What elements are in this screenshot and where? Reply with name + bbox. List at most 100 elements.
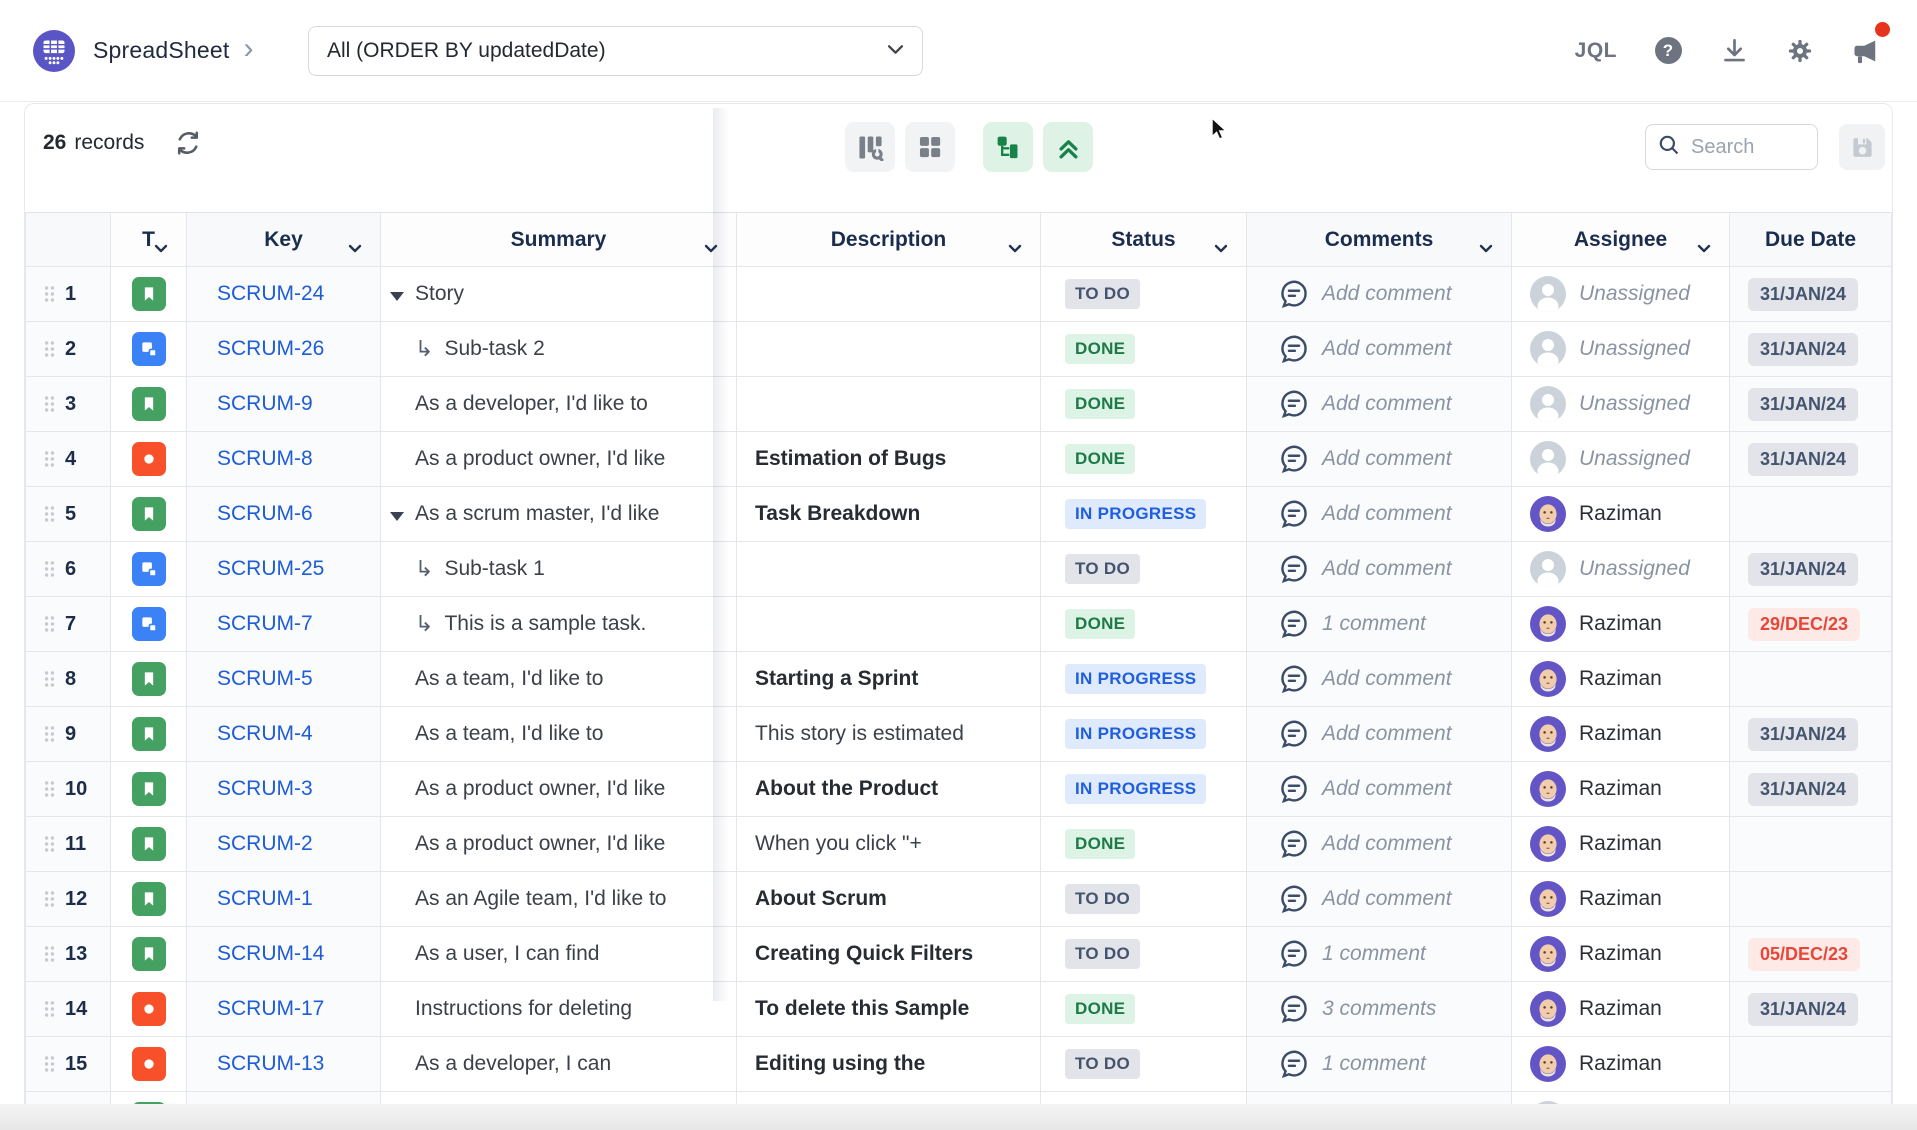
issue-key-cell[interactable]: SCRUM-26: [187, 322, 381, 377]
description-cell[interactable]: About the Product: [737, 762, 1041, 817]
status-cell[interactable]: IN PROGRESS: [1041, 652, 1247, 707]
summary-cell[interactable]: As a developer, I can: [381, 1037, 737, 1092]
drag-handle[interactable]: [44, 1055, 55, 1073]
issue-key-cell[interactable]: SCRUM-5: [187, 652, 381, 707]
saved-filter-dropdown[interactable]: All (ORDER BY updatedDate): [308, 26, 923, 76]
issue-key-cell[interactable]: SCRUM-3: [187, 762, 381, 817]
issue-key-link[interactable]: SCRUM-7: [217, 612, 313, 636]
issue-type-cell[interactable]: [111, 267, 187, 322]
status-cell[interactable]: DONE: [1041, 432, 1247, 487]
summary-cell[interactable]: Story: [381, 267, 737, 322]
status-badge[interactable]: TO DO: [1065, 939, 1140, 969]
bug-icon[interactable]: [132, 442, 166, 476]
drag-handle[interactable]: [44, 780, 55, 798]
summary-cell[interactable]: Instructions for deleting: [381, 982, 737, 1037]
due-date-badge[interactable]: 31/JAN/24: [1748, 388, 1858, 421]
row-header-cell[interactable]: 7: [25, 597, 111, 652]
comments-cell[interactable]: 1 comment: [1247, 927, 1512, 982]
status-cell[interactable]: DONE: [1041, 597, 1247, 652]
story-icon[interactable]: [132, 937, 166, 971]
assignee-cell[interactable]: Raziman: [1512, 487, 1730, 542]
download-icon[interactable]: [1719, 36, 1749, 66]
due-date-cell[interactable]: 31/JAN/24: [1730, 322, 1892, 377]
issue-key-link[interactable]: SCRUM-25: [217, 557, 324, 581]
description-cell[interactable]: About Scrum: [737, 872, 1041, 927]
status-cell[interactable]: DONE: [1041, 817, 1247, 872]
issue-key-link[interactable]: SCRUM-14: [217, 942, 324, 966]
due-date-cell[interactable]: [1730, 487, 1892, 542]
comments-cell[interactable]: Add comment: [1247, 322, 1512, 377]
description-cell[interactable]: Creating Quick Filters: [737, 927, 1041, 982]
column-header-key[interactable]: Key: [187, 212, 381, 267]
story-icon[interactable]: [132, 717, 166, 751]
due-date-badge[interactable]: 31/JAN/24: [1748, 553, 1858, 586]
summary-cell[interactable]: ↳This is a sample task.: [381, 597, 737, 652]
refresh-icon[interactable]: [174, 128, 204, 158]
issue-key-link[interactable]: SCRUM-2: [217, 832, 313, 856]
issue-type-cell[interactable]: [111, 597, 187, 652]
comments-cell[interactable]: Add comment: [1247, 377, 1512, 432]
comments-cell[interactable]: 1 comment: [1247, 1037, 1512, 1092]
subtask-icon[interactable]: [132, 607, 166, 641]
drag-handle[interactable]: [44, 560, 55, 578]
summary-cell[interactable]: As a product owner, I'd like: [381, 432, 737, 487]
row-header-cell[interactable]: 15: [25, 1037, 111, 1092]
description-cell[interactable]: Editing using the: [737, 1037, 1041, 1092]
status-badge[interactable]: DONE: [1065, 334, 1135, 364]
status-badge[interactable]: IN PROGRESS: [1065, 719, 1206, 749]
assignee-cell[interactable]: Raziman: [1512, 872, 1730, 927]
due-date-cell[interactable]: [1730, 817, 1892, 872]
status-badge[interactable]: DONE: [1065, 994, 1135, 1024]
status-badge[interactable]: DONE: [1065, 389, 1135, 419]
issue-key-link[interactable]: SCRUM-13: [217, 1052, 324, 1076]
due-date-badge[interactable]: 31/JAN/24: [1748, 773, 1858, 806]
summary-cell[interactable]: [381, 1092, 737, 1104]
description-cell[interactable]: [737, 542, 1041, 597]
assignee-cell[interactable]: Unassigned: [1512, 432, 1730, 487]
issue-key-cell[interactable]: [187, 1092, 381, 1104]
status-badge[interactable]: TO DO: [1065, 1049, 1140, 1079]
status-badge[interactable]: TO DO: [1065, 554, 1140, 584]
comments-cell[interactable]: Add comment: [1247, 707, 1512, 762]
comments-cell[interactable]: 1 comment: [1247, 597, 1512, 652]
row-header-cell[interactable]: 9: [25, 707, 111, 762]
issue-key-cell[interactable]: SCRUM-17: [187, 982, 381, 1037]
assignee-cell[interactable]: Raziman: [1512, 652, 1730, 707]
story-icon[interactable]: [132, 277, 166, 311]
assignee-cell[interactable]: Unassigned: [1512, 267, 1730, 322]
drag-handle[interactable]: [44, 890, 55, 908]
summary-cell[interactable]: As a team, I'd like to: [381, 652, 737, 707]
save-view-button[interactable]: [1839, 124, 1885, 170]
comments-cell[interactable]: Add comment: [1247, 487, 1512, 542]
due-date-cell[interactable]: 31/JAN/24: [1730, 762, 1892, 817]
summary-cell[interactable]: As an Agile team, I'd like to: [381, 872, 737, 927]
comments-cell[interactable]: Add comment: [1247, 762, 1512, 817]
issue-type-cell[interactable]: [111, 927, 187, 982]
collapse-toggle-icon[interactable]: [390, 512, 404, 521]
status-cell[interactable]: IN PROGRESS: [1041, 762, 1247, 817]
row-header-cell[interactable]: 5: [25, 487, 111, 542]
due-date-cell[interactable]: 31/JAN/24: [1730, 377, 1892, 432]
description-cell[interactable]: Starting a Sprint: [737, 652, 1041, 707]
status-badge[interactable]: IN PROGRESS: [1065, 774, 1206, 804]
description-cell[interactable]: This story is estimated: [737, 707, 1041, 762]
status-badge[interactable]: IN PROGRESS: [1065, 664, 1206, 694]
due-date-cell[interactable]: [1730, 1037, 1892, 1092]
drag-handle[interactable]: [44, 835, 55, 853]
jql-button[interactable]: JQL: [1575, 39, 1617, 63]
collapse-toggle-icon[interactable]: [390, 292, 404, 301]
summary-cell[interactable]: As a product owner, I'd like: [381, 762, 737, 817]
comments-cell[interactable]: Add comment: [1247, 432, 1512, 487]
issue-key-cell[interactable]: SCRUM-4: [187, 707, 381, 762]
assignee-cell[interactable]: Raziman: [1512, 927, 1730, 982]
drag-handle[interactable]: [44, 340, 55, 358]
description-cell[interactable]: When you click "+: [737, 817, 1041, 872]
status-cell[interactable]: DONE: [1041, 322, 1247, 377]
issue-type-cell[interactable]: [111, 872, 187, 927]
story-icon[interactable]: [132, 497, 166, 531]
summary-cell[interactable]: As a developer, I'd like to: [381, 377, 737, 432]
description-cell[interactable]: [737, 322, 1041, 377]
status-cell[interactable]: TO DO: [1041, 927, 1247, 982]
issue-key-link[interactable]: SCRUM-26: [217, 337, 324, 361]
issue-key-cell[interactable]: SCRUM-6: [187, 487, 381, 542]
